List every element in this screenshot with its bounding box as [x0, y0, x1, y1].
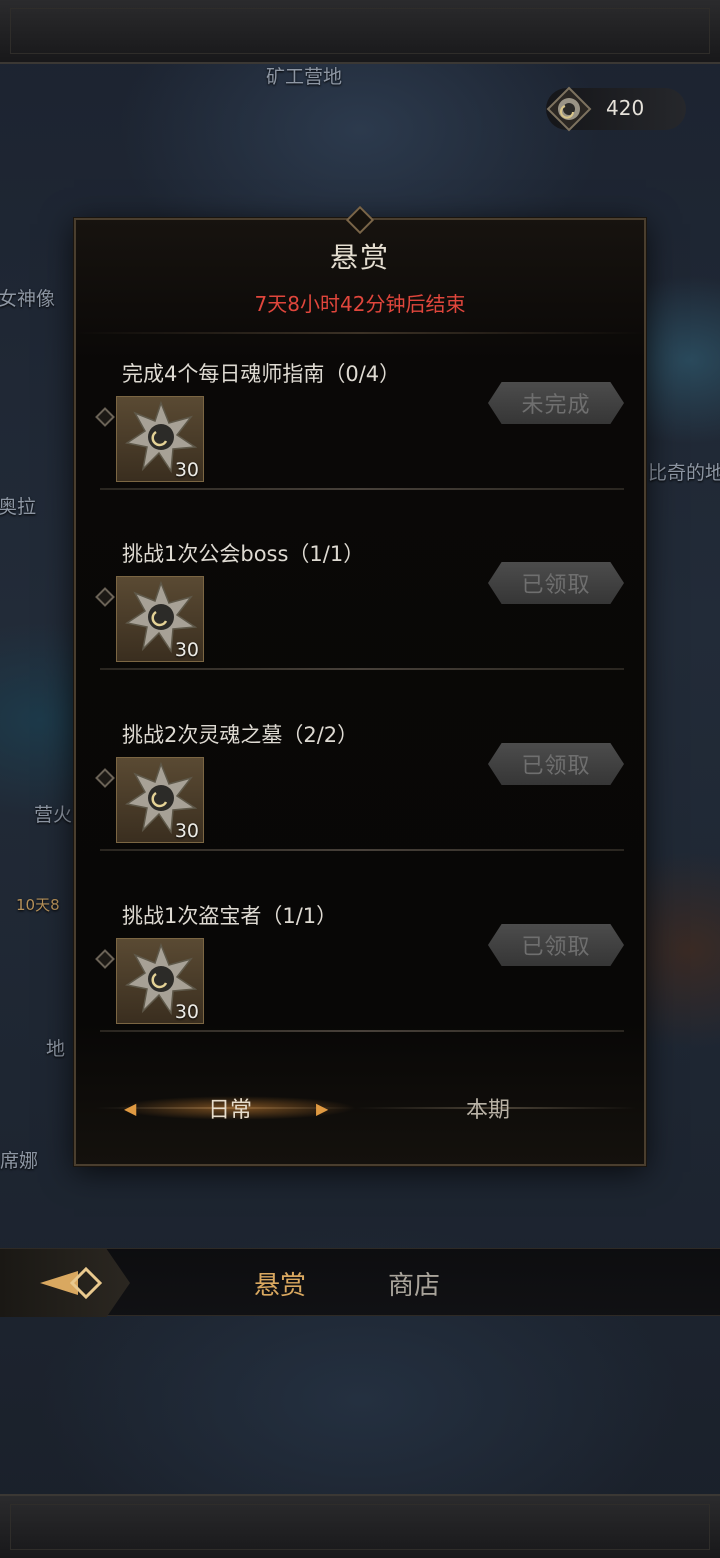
map-label-miner-camp[interactable]: 矿工营地 — [266, 62, 342, 89]
diamond-bullet-icon — [95, 407, 115, 427]
bounty-timer: 7天8小时42分钟后结束 — [254, 292, 466, 316]
reward-item[interactable]: 30 — [116, 938, 204, 1024]
task-item: 挑战1次公会boss（1/1） 30 已领取 — [95, 524, 624, 670]
task-name: 完成4个每日魂师指南（0/4） — [122, 362, 401, 386]
reward-item[interactable]: 30 — [116, 576, 204, 662]
panel-title: 悬赏 — [329, 241, 390, 274]
map-label-xina[interactable]: 席娜 — [0, 1146, 38, 1173]
task-item: 挑战1次盗宝者（1/1） 30 已领取 — [95, 886, 624, 1032]
task-divider — [100, 668, 624, 670]
status-button-claimed[interactable]: 已领取 — [488, 562, 624, 604]
tab-period[interactable]: 本期 — [466, 1092, 510, 1124]
reward-item[interactable]: 30 — [116, 757, 204, 843]
task-item: 挑战2次灵魂之墓（2/2） 30 已领取 — [95, 705, 624, 851]
nav-shop[interactable]: 商店 — [388, 1265, 440, 1302]
top-frame — [0, 0, 720, 64]
status-button-incomplete[interactable]: 未完成 — [488, 382, 624, 424]
task-name: 挑战1次盗宝者（1/1） — [122, 904, 338, 928]
bottom-frame — [0, 1494, 720, 1558]
task-divider — [100, 488, 624, 490]
task-divider — [100, 849, 624, 851]
panel-divider — [76, 332, 644, 334]
bottom-nav: 悬赏 商店 — [0, 1248, 720, 1317]
soul-emblem-icon — [546, 86, 592, 132]
arrow-left-icon: ◀ — [124, 1099, 137, 1118]
reward-count: 30 — [174, 639, 199, 661]
map-label-goddess-statue[interactable]: 女神像 — [0, 284, 55, 311]
reward-count: 30 — [174, 459, 199, 481]
reward-count: 30 — [174, 820, 199, 842]
task-name: 挑战2次灵魂之墓（2/2） — [122, 723, 359, 747]
tab-daily[interactable]: 日常 — [208, 1092, 252, 1124]
nav-bounty[interactable]: 悬赏 — [254, 1265, 306, 1302]
back-arrow-icon — [40, 1266, 103, 1300]
status-button-claimed[interactable]: 已领取 — [488, 743, 624, 785]
diamond-bullet-icon — [95, 587, 115, 607]
map-timer-fragment: 10天8 — [16, 896, 60, 914]
task-divider — [100, 1030, 624, 1032]
reward-item[interactable]: 30 — [116, 396, 204, 482]
diamond-bullet-icon — [95, 949, 115, 969]
tab-bar: ◀ ▶ 日常 本期 — [76, 1086, 644, 1130]
map-label-biqi[interactable]: 比奇的地 — [648, 458, 720, 485]
map-label-campfire[interactable]: 营火 — [34, 800, 72, 827]
status-button-claimed[interactable]: 已领取 — [488, 924, 624, 966]
currency-value: 420 — [606, 96, 645, 120]
currency-display[interactable]: 420 — [546, 86, 686, 132]
map-label-aura[interactable]: 奥拉 — [0, 492, 36, 519]
arrow-right-icon: ▶ — [316, 1099, 329, 1118]
task-name: 挑战1次公会boss（1/1） — [122, 542, 365, 566]
map-label-land[interactable]: 地 — [46, 1034, 65, 1061]
bounty-panel: 悬赏 7天8小时42分钟后结束 完成4个每日魂师指南（0/4） 30 未完成 挑… — [74, 205, 646, 1166]
reward-count: 30 — [174, 1001, 199, 1023]
task-item: 完成4个每日魂师指南（0/4） 30 未完成 — [95, 344, 624, 490]
diamond-bullet-icon — [95, 768, 115, 788]
back-button[interactable] — [0, 1249, 130, 1317]
